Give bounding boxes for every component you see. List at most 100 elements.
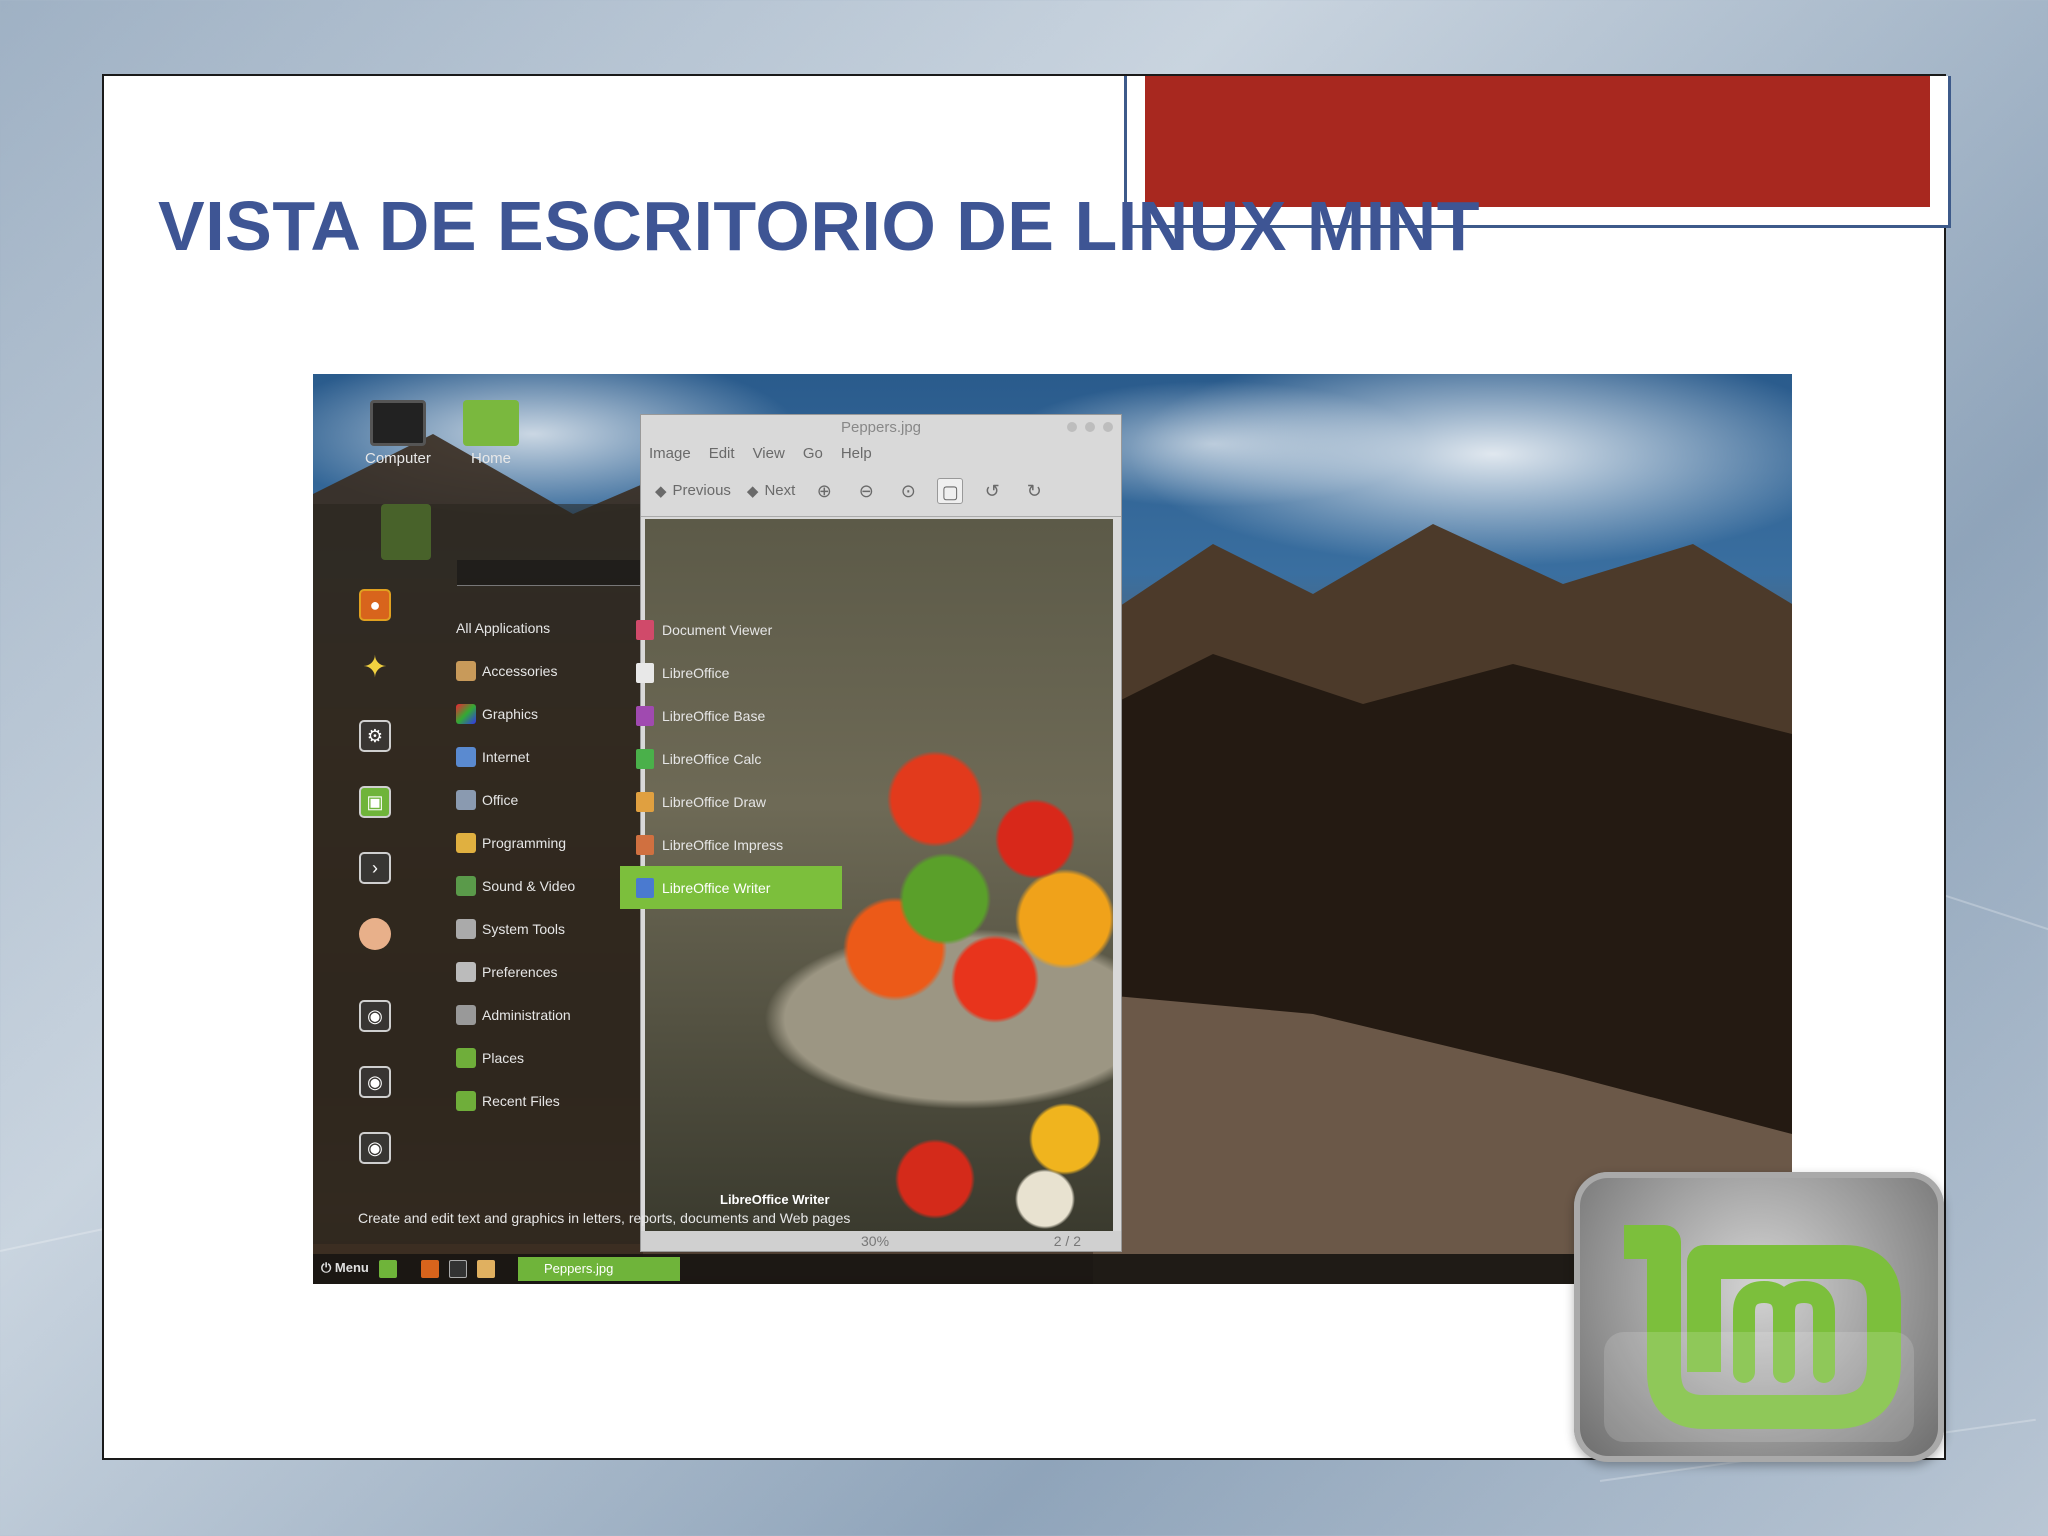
menu-category[interactable]: Programming xyxy=(456,821,575,864)
taskbar-menu-button[interactable]: ⏻ Menu xyxy=(321,1260,369,1276)
desktop-icon-home[interactable]: Home xyxy=(463,400,519,467)
viewer-statusbar: 30% 2 / 2 xyxy=(641,1231,1121,1251)
next-label: Next xyxy=(764,482,796,499)
page-counter: 2 / 2 xyxy=(1053,1233,1081,1249)
office-icon xyxy=(456,789,476,810)
maximize-button[interactable] xyxy=(1085,422,1095,432)
libreoffice-base-icon xyxy=(636,705,654,726)
menu-app-item[interactable]: LibreOffice Impress xyxy=(628,823,858,866)
menu-description-title: LibreOffice Writer xyxy=(720,1192,830,1207)
administration-icon xyxy=(456,1004,476,1025)
menu-category-list: All Applications Accessories Graphics In… xyxy=(456,606,575,1122)
user-icon[interactable] xyxy=(359,918,391,950)
menu-app-label: LibreOffice Writer xyxy=(662,879,771,896)
menu-category[interactable]: Graphics xyxy=(456,692,575,735)
recent-files-folder-icon xyxy=(456,1090,476,1111)
folder-icon xyxy=(463,400,519,446)
libreoffice-calc-icon xyxy=(636,748,654,769)
terminal-launcher-icon[interactable] xyxy=(449,1260,467,1278)
previous-label: Previous xyxy=(672,482,731,499)
menu-app-label: LibreOffice xyxy=(662,664,730,681)
menu-app-item[interactable]: LibreOffice xyxy=(628,651,858,694)
desktop-icon-label: Computer xyxy=(365,450,431,467)
menu-category[interactable]: System Tools xyxy=(456,907,575,950)
accessories-icon xyxy=(456,660,476,681)
logout-icon[interactable]: ◉ xyxy=(359,1066,391,1098)
menu-category-label: Administration xyxy=(482,1006,571,1023)
terminal-icon[interactable]: › xyxy=(359,852,391,884)
next-button[interactable]: ◆ Next xyxy=(747,482,795,500)
menu-app-item-selected[interactable]: LibreOffice Writer xyxy=(620,866,842,909)
menu-category-label: Accessories xyxy=(482,662,558,679)
viewer-toolbar: ◆ Previous ◆ Next ⊕ ⊖ ⊙ ▢ ↺ ↻ xyxy=(641,465,1121,517)
menu-app-item[interactable]: LibreOffice Draw xyxy=(628,780,858,823)
menu-app-item[interactable]: LibreOffice Calc xyxy=(628,737,858,780)
arrow-left-icon: ◆ xyxy=(655,482,667,500)
rotate-right-icon[interactable]: ↻ xyxy=(1021,478,1047,504)
desktop-screenshot: Computer Home ● ✦ ⚙ ▣ › ◉ ◉ ◉ ⚲ All Appl… xyxy=(313,374,1792,1284)
menu-edit[interactable]: Edit xyxy=(709,445,735,462)
power-icon[interactable]: ◉ xyxy=(359,1132,391,1164)
menu-image[interactable]: Image xyxy=(649,445,691,462)
libreoffice-draw-icon xyxy=(636,791,654,812)
menu-app-item[interactable]: Document Viewer xyxy=(628,608,858,651)
menu-category[interactable]: Places xyxy=(456,1036,575,1079)
taskbar-task-peppers[interactable]: Peppers.jpg xyxy=(518,1257,680,1281)
previous-button[interactable]: ◆ Previous xyxy=(655,482,731,500)
menu-help[interactable]: Help xyxy=(841,445,872,462)
menu-category[interactable]: Accessories xyxy=(456,649,575,692)
package-icon[interactable]: ▣ xyxy=(359,786,391,818)
window-titlebar[interactable]: Peppers.jpg xyxy=(641,415,1121,441)
menu-app-label: LibreOffice Impress xyxy=(662,836,784,853)
system-tools-icon xyxy=(456,918,476,939)
software-manager-icon[interactable]: ⚙ xyxy=(359,720,391,752)
menu-app-label: LibreOffice Base xyxy=(662,707,766,724)
places-folder-icon xyxy=(456,1047,476,1068)
menu-category-label: Internet xyxy=(482,748,530,765)
menu-category-label: Programming xyxy=(482,834,567,851)
mint-logo-icon xyxy=(1604,1225,1914,1442)
menu-category-label: Office xyxy=(482,791,519,808)
menu-category[interactable]: Sound & Video xyxy=(456,864,575,907)
menu-view[interactable]: View xyxy=(753,445,785,462)
zoom-in-icon[interactable]: ⊕ xyxy=(811,478,837,504)
libreoffice-icon xyxy=(636,662,654,683)
menu-category[interactable]: Administration xyxy=(456,993,575,1036)
zoom-out-icon[interactable]: ⊖ xyxy=(853,478,879,504)
menu-app-label: LibreOffice Draw xyxy=(662,793,767,810)
preferences-icon xyxy=(456,961,476,982)
zoom-fit-icon[interactable]: ▢ xyxy=(937,477,964,504)
firefox-icon[interactable]: ● xyxy=(359,589,391,621)
menu-category-label: Sound & Video xyxy=(482,877,576,894)
rotate-left-icon[interactable]: ↺ xyxy=(979,478,1005,504)
menu-category[interactable]: Preferences xyxy=(456,950,575,993)
menu-go[interactable]: Go xyxy=(803,445,823,462)
firefox-launcher-icon[interactable] xyxy=(421,1260,439,1278)
libreoffice-impress-icon xyxy=(636,834,654,855)
files-launcher-icon[interactable] xyxy=(477,1260,495,1278)
menu-app-label: Document Viewer xyxy=(662,621,773,638)
lock-icon[interactable]: ◉ xyxy=(359,1000,391,1032)
desktop-icon-label: Home xyxy=(470,450,511,467)
menu-category-label: Graphics xyxy=(482,705,539,722)
menu-app-item[interactable]: LibreOffice Base xyxy=(628,694,858,737)
window-controls xyxy=(1067,422,1113,432)
menu-category[interactable]: All Applications xyxy=(456,606,575,649)
desktop-icon-computer[interactable]: Computer xyxy=(365,400,431,467)
star-icon[interactable]: ✦ xyxy=(359,653,391,686)
close-button[interactable] xyxy=(1103,422,1113,432)
internet-icon xyxy=(456,746,476,767)
zoom-normal-icon[interactable]: ⊙ xyxy=(895,478,921,504)
menu-category-label: Preferences xyxy=(482,963,558,980)
arrow-right-icon: ◆ xyxy=(746,482,759,500)
minimize-button[interactable] xyxy=(1067,422,1077,432)
menu-category[interactable]: Recent Files xyxy=(456,1079,575,1122)
zoom-level: 30% xyxy=(861,1233,890,1249)
menu-category[interactable]: Internet xyxy=(456,735,575,778)
show-desktop-icon[interactable] xyxy=(379,1260,397,1278)
menu-category-label: System Tools xyxy=(482,920,565,937)
graphics-icon xyxy=(456,703,476,724)
libreoffice-writer-icon xyxy=(636,877,654,898)
menu-category[interactable]: Office xyxy=(456,778,575,821)
computer-icon xyxy=(369,400,426,446)
